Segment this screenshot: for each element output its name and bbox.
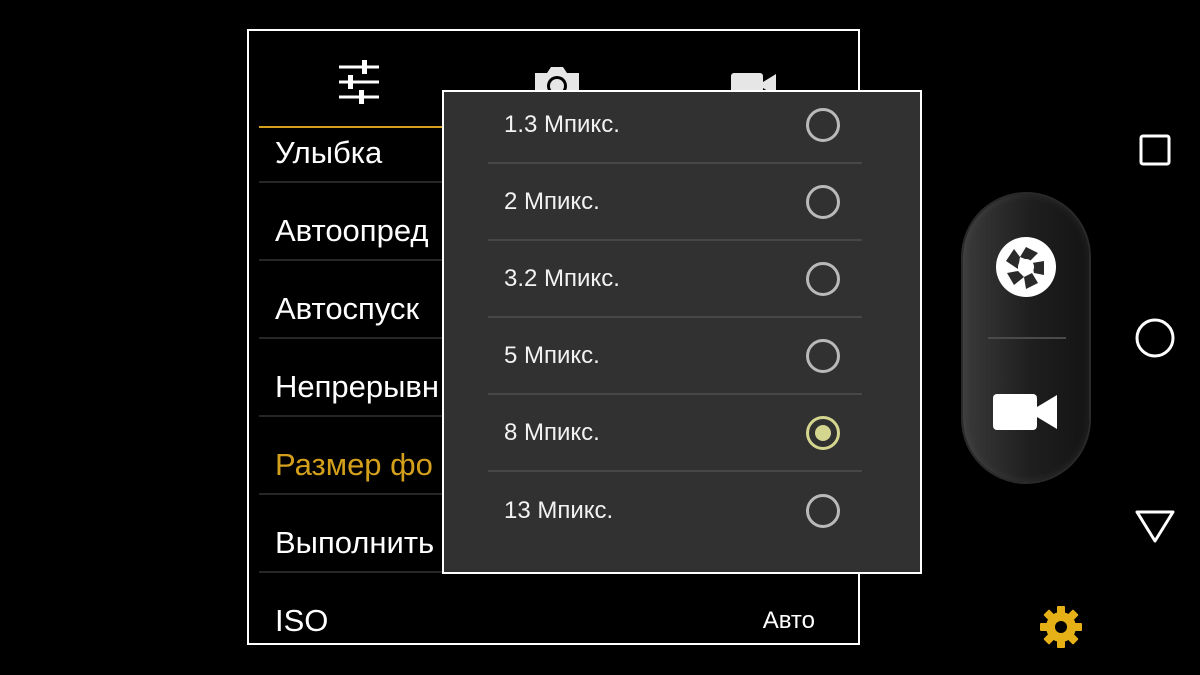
home-button[interactable] [1133,316,1177,365]
setting-label: Улыбка [275,135,383,170]
gear-icon [1040,606,1082,648]
video-camera-icon [993,394,1057,430]
record-button[interactable] [963,357,1089,467]
tab-general-settings[interactable] [329,53,389,113]
option-label: 2 Мпикс. [504,187,600,215]
setting-value: Авто [762,607,815,634]
radio-button[interactable] [806,338,840,373]
aperture-icon [996,237,1056,297]
setting-iso[interactable]: ISO Авто [259,573,853,643]
setting-label: ISO [275,603,329,638]
radio-button[interactable] [806,261,840,296]
setting-label: Выполнить [275,525,435,560]
setting-label: Автоспуск [275,291,420,326]
option-13mp[interactable]: 13 Мпикс. [488,472,862,549]
option-3-2mp[interactable]: 3.2 Мпикс. [488,241,862,318]
radio-button-selected[interactable] [806,415,840,450]
setting-label: Непрерывн [275,369,440,404]
option-5mp[interactable]: 5 Мпикс. [488,318,862,395]
setting-label: Автоопред [275,213,429,248]
setting-label: Размер фо [275,447,433,482]
radio-button[interactable] [806,493,840,528]
option-label: 3.2 Мпикс. [504,264,620,292]
option-label: 13 Мпикс. [504,496,614,524]
sliders-icon [339,60,379,104]
triangle-back-icon [1135,510,1175,543]
back-button[interactable] [1134,506,1176,551]
option-1-3mp[interactable]: 1.3 Мпикс. [488,92,862,164]
circle-icon [1135,318,1175,358]
option-label: 1.3 Мпикс. [504,110,620,138]
option-label: 5 Мпикс. [504,341,600,369]
capture-controls [963,194,1089,482]
capsule-divider [988,337,1066,339]
settings-button[interactable] [1038,604,1084,650]
recents-button[interactable] [1138,133,1172,172]
option-label: 8 Мпикс. [504,418,600,446]
photo-size-dropdown: 1.3 Мпикс. 2 Мпикс. 3.2 Мпикс. 5 Мпикс. … [442,90,922,574]
option-8mp[interactable]: 8 Мпикс. [488,395,862,472]
shutter-button[interactable] [963,212,1089,322]
option-2mp[interactable]: 2 Мпикс. [488,164,862,241]
square-icon [1139,134,1171,166]
radio-button[interactable] [806,107,840,142]
radio-button[interactable] [806,184,840,219]
